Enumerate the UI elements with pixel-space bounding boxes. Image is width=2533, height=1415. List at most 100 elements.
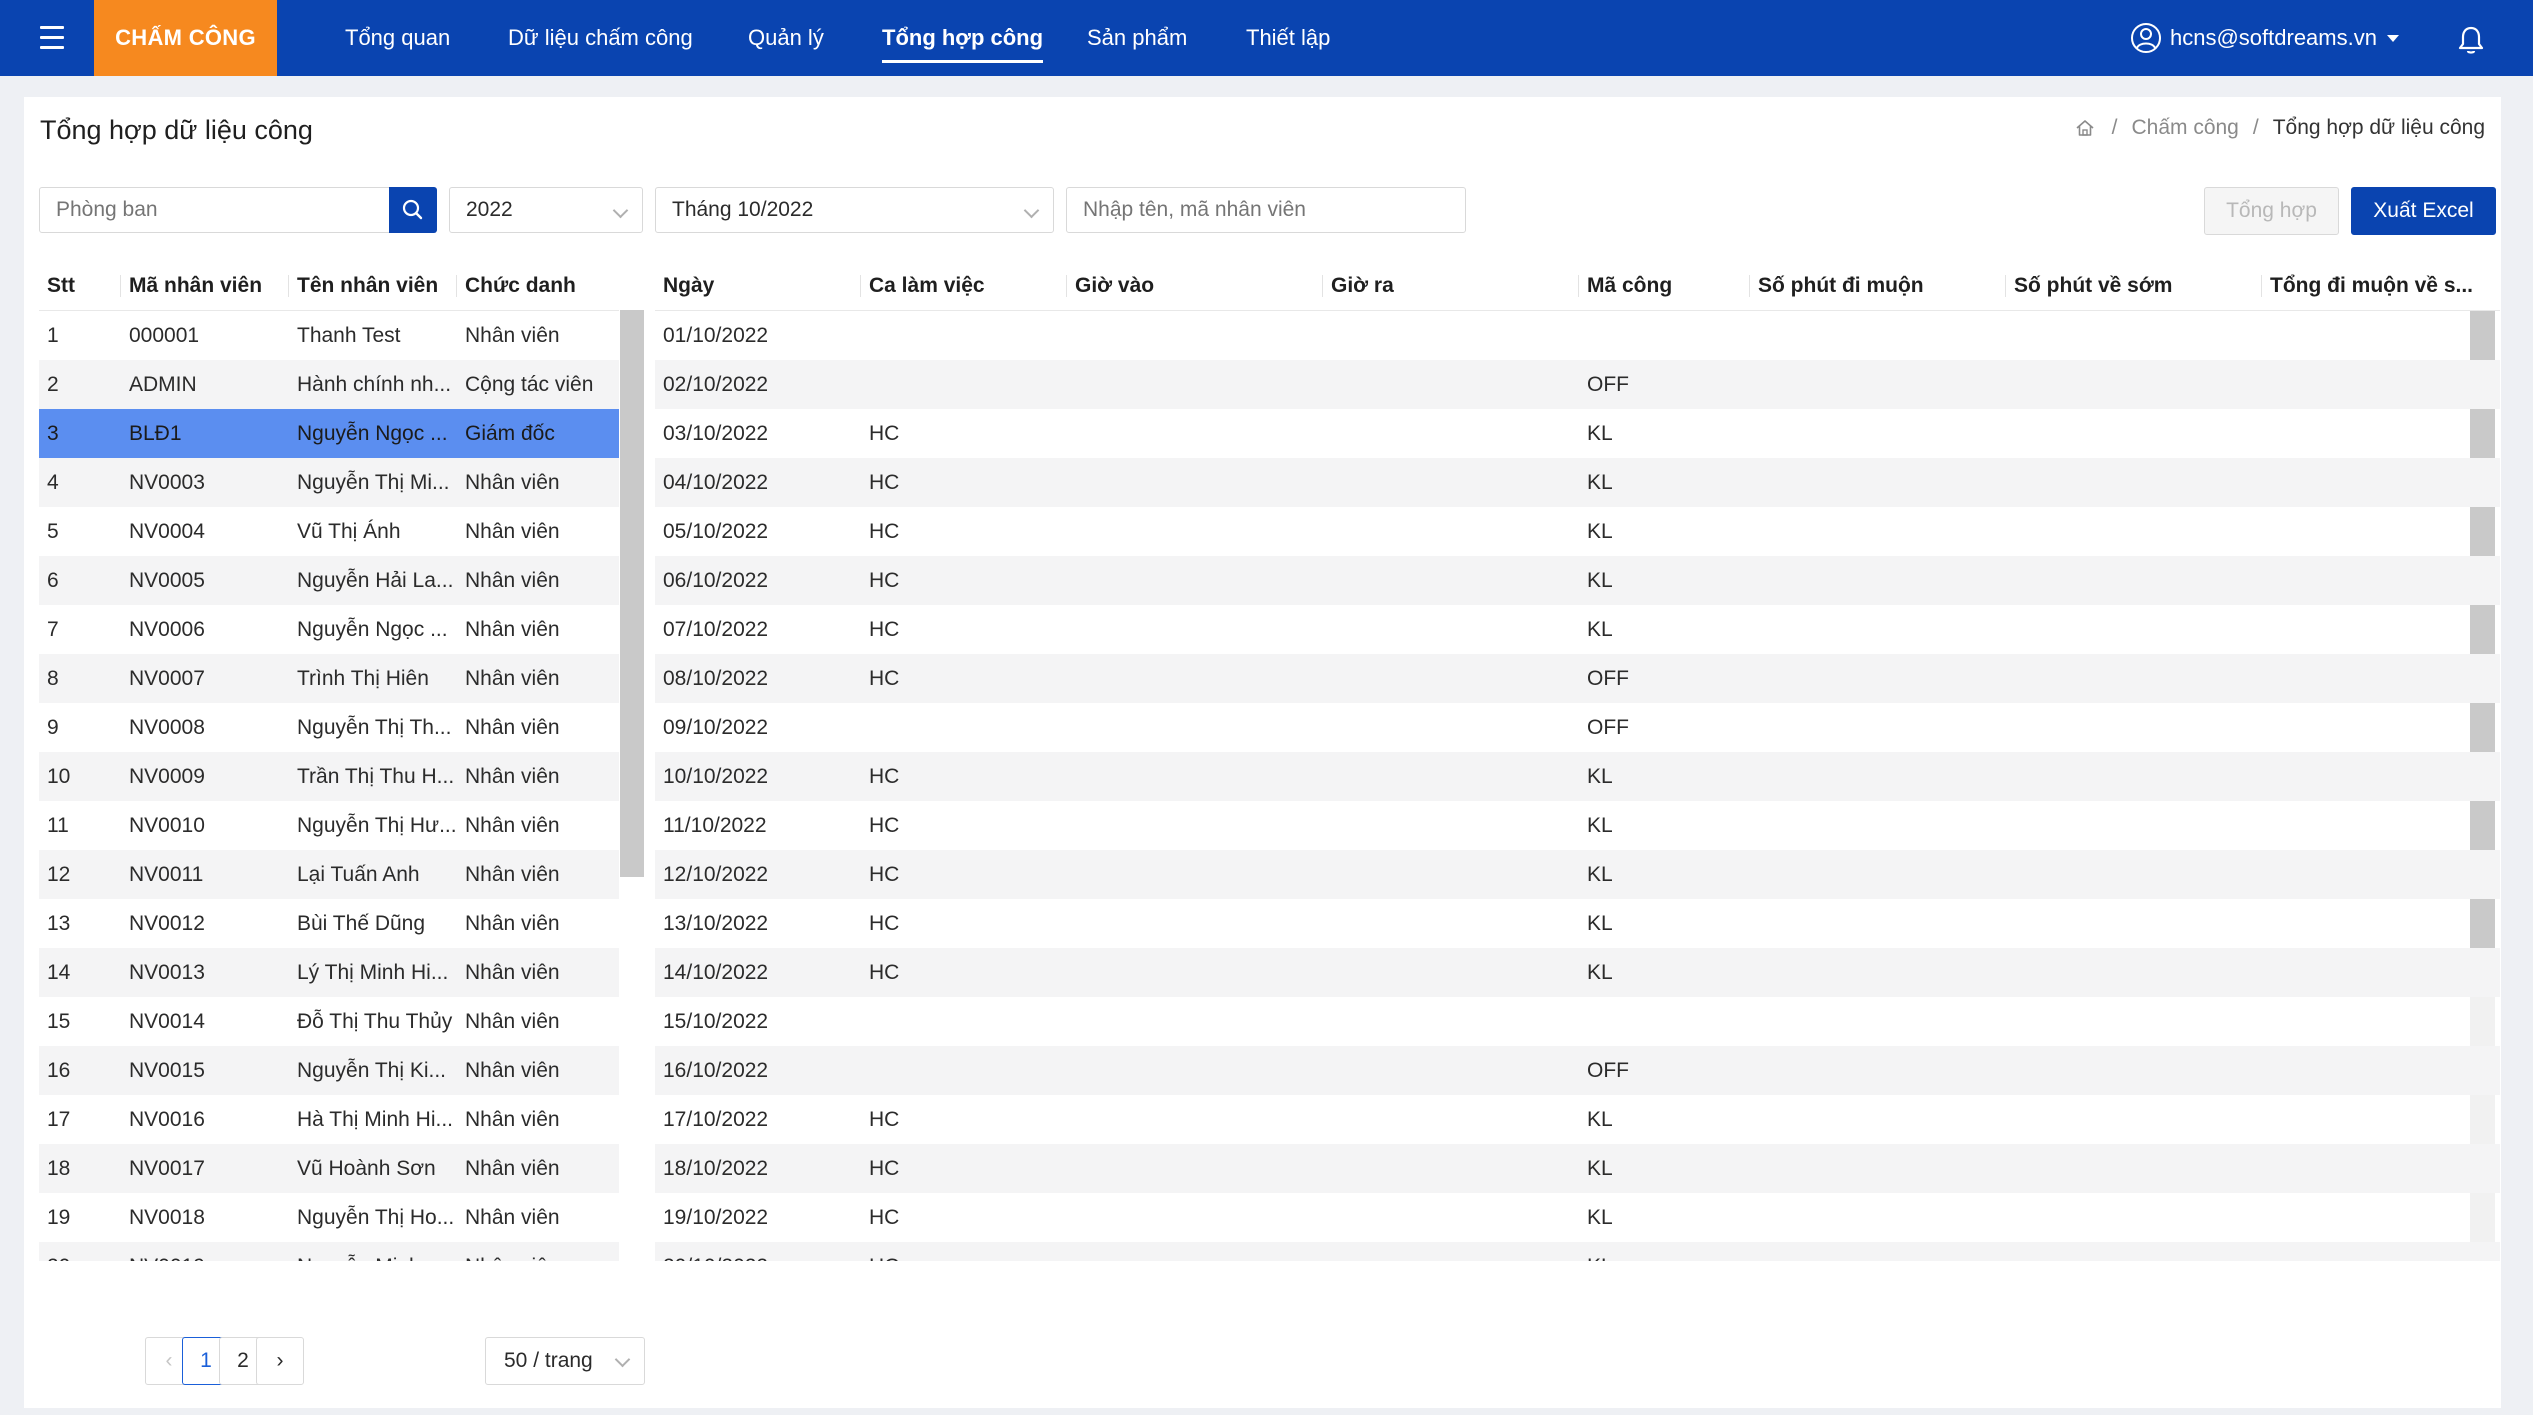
nav-item-settings[interactable]: Thiết lập <box>1246 0 1330 76</box>
cell-total-late-early <box>2262 409 2500 458</box>
timesheet-row[interactable]: 19/10/2022 HC KL <box>655 1193 2500 1242</box>
bell-icon[interactable] <box>2456 24 2486 56</box>
cell-stt: 8 <box>39 654 121 703</box>
user-menu[interactable]: hcns@softdreams.vn <box>2130 18 2399 58</box>
employee-row[interactable]: 4 NV0003 Nguyễn Thị Mi... Nhân viên <box>39 458 619 507</box>
cell-shift: HC <box>861 850 1067 899</box>
employee-row[interactable]: 8 NV0007 Trình Thị Hiên Nhân viên <box>39 654 619 703</box>
employee-row[interactable]: 6 NV0005 Nguyễn Hải La... Nhân viên <box>39 556 619 605</box>
employee-row[interactable]: 19 NV0018 Nguyễn Thị Ho... Nhân viên <box>39 1193 619 1242</box>
summarize-button[interactable]: Tổng hợp <box>2204 187 2339 235</box>
cell-total-late-early <box>2262 899 2500 948</box>
cell-check-in <box>1067 1095 1323 1144</box>
cell-total-late-early <box>2262 1144 2500 1193</box>
chevron-down-icon <box>614 1351 631 1368</box>
cell-check-in <box>1067 1046 1323 1095</box>
employee-row[interactable]: 2 ADMIN Hành chính nh... Cộng tác viên <box>39 360 619 409</box>
cell-total-late-early <box>2262 1046 2500 1095</box>
employee-row[interactable]: 13 NV0012 Bùi Thế Dũng Nhân viên <box>39 899 619 948</box>
cell-date: 03/10/2022 <box>663 421 769 445</box>
employee-row[interactable]: 14 NV0013 Lý Thị Minh Hi... Nhân viên <box>39 948 619 997</box>
timesheet-row[interactable]: 01/10/2022 <box>655 311 2500 361</box>
employee-row[interactable]: 10 NV0009 Trần Thị Thu H... Nhân viên <box>39 752 619 801</box>
column-header-check-out: Giờ ra <box>1323 261 1579 311</box>
hamburger-menu-icon[interactable] <box>34 20 74 56</box>
cell-work-code: KL <box>1587 421 1613 445</box>
employee-row[interactable]: 12 NV0011 Lại Tuấn Anh Nhân viên <box>39 850 619 899</box>
cell-check-out <box>1323 752 1579 801</box>
employee-row[interactable]: 11 NV0010 Nguyễn Thị Hư... Nhân viên <box>39 801 619 850</box>
nav-item-overview[interactable]: Tổng quan <box>345 0 450 76</box>
cell-check-out <box>1323 311 1579 361</box>
timesheet-row[interactable]: 08/10/2022 HC OFF <box>655 654 2500 703</box>
employee-search-input[interactable] <box>1066 187 1466 233</box>
timesheet-row[interactable]: 04/10/2022 HC KL <box>655 458 2500 507</box>
timesheet-row[interactable]: 13/10/2022 HC KL <box>655 899 2500 948</box>
timesheet-row[interactable]: 17/10/2022 HC KL <box>655 1095 2500 1144</box>
app-brand[interactable]: CHẤM CÔNG <box>94 0 277 76</box>
timesheet-row[interactable]: 02/10/2022 OFF <box>655 360 2500 409</box>
timesheet-row[interactable]: 10/10/2022 HC KL <box>655 752 2500 801</box>
nav-item-products[interactable]: Sản phẩm <box>1087 0 1187 76</box>
cell-employee-name: Bùi Thế Dũng <box>297 911 426 935</box>
column-header-employee-code[interactable]: Mã nhân viên <box>121 261 289 311</box>
cell-check-out <box>1323 360 1579 409</box>
export-excel-button[interactable]: Xuất Excel <box>2351 187 2496 235</box>
cell-shift: HC <box>869 421 900 445</box>
timesheet-row[interactable]: 11/10/2022 HC KL <box>655 801 2500 850</box>
cell-work-code: OFF <box>1587 715 1629 739</box>
breadcrumb-item[interactable]: Chấm công <box>2131 97 2238 159</box>
home-icon[interactable] <box>2074 117 2096 139</box>
timesheet-row[interactable]: 16/10/2022 OFF <box>655 1046 2500 1095</box>
employee-row[interactable]: 16 NV0015 Nguyễn Thị Ki... Nhân viên <box>39 1046 619 1095</box>
user-email: hcns@softdreams.vn <box>2170 25 2377 50</box>
cell-employee-name: Vũ Hoành Sơn <box>289 1144 457 1193</box>
cell-early-minutes <box>2006 1193 2262 1242</box>
department-search-button[interactable] <box>389 187 437 233</box>
timesheet-row[interactable]: 06/10/2022 HC KL <box>655 556 2500 605</box>
employee-row[interactable]: 9 NV0008 Nguyễn Thị Th... Nhân viên <box>39 703 619 752</box>
cell-total-late-early <box>2262 556 2500 605</box>
timesheet-row[interactable]: 12/10/2022 HC KL <box>655 850 2500 899</box>
cell-early-minutes <box>2006 556 2262 605</box>
timesheet-row[interactable]: 03/10/2022 HC KL <box>655 409 2500 458</box>
timesheet-row[interactable]: 09/10/2022 OFF <box>655 703 2500 752</box>
column-header-position[interactable]: Chức danh <box>457 261 619 311</box>
employee-row[interactable]: 5 NV0004 Vũ Thị Ánh Nhân viên <box>39 507 619 556</box>
timesheet-row[interactable]: 15/10/2022 <box>655 997 2500 1046</box>
cell-check-out <box>1323 1193 1579 1242</box>
cell-shift <box>861 997 1067 1046</box>
timesheet-row[interactable]: 18/10/2022 HC KL <box>655 1144 2500 1193</box>
month-select-value: Tháng 10/2022 <box>672 198 814 221</box>
employee-row[interactable]: 20NV0019Nguyễn Minh ...Nhân viên <box>39 1242 619 1261</box>
cell-date: 16/10/2022 <box>655 1046 861 1095</box>
cell-employee-code: NV0008 <box>129 715 205 739</box>
department-input[interactable] <box>39 187 391 233</box>
timesheet-row[interactable]: 05/10/2022 HC KL <box>655 507 2500 556</box>
column-header-employee-name[interactable]: Tên nhân viên <box>289 261 457 311</box>
cell-check-out <box>1323 507 1579 556</box>
employee-row[interactable]: 3 BLĐ1 Nguyễn Ngọc ... Giám đốc <box>39 409 619 458</box>
timesheet-row[interactable]: 14/10/2022 HC KL <box>655 948 2500 997</box>
page-size-select[interactable]: 50 / trang <box>485 1337 645 1385</box>
employee-row[interactable]: 1 000001 Thanh Test Nhân viên <box>39 311 619 361</box>
year-select[interactable]: 2022 <box>449 187 643 233</box>
month-select[interactable]: Tháng 10/2022 <box>655 187 1054 233</box>
cell-position: Nhân viên <box>457 948 619 997</box>
nav-item-management[interactable]: Quản lý <box>748 0 824 76</box>
nav-item-timesheet-summary[interactable]: Tổng hợp công <box>882 0 1044 76</box>
cell-total-late-early <box>2262 1095 2500 1144</box>
cell-late-minutes <box>1750 311 2006 361</box>
employee-row[interactable]: 17 NV0016 Hà Thị Minh Hi... Nhân viên <box>39 1095 619 1144</box>
employee-row[interactable]: 15 NV0014 Đỗ Thị Thu Thủy Nhân viên <box>39 997 619 1046</box>
cell-check-out <box>1323 654 1579 703</box>
cell-early-minutes <box>2006 752 2262 801</box>
cell-late-minutes <box>1750 458 2006 507</box>
column-header-shift: Ca làm việc <box>861 261 1067 311</box>
nav-item-attendance-data[interactable]: Dữ liệu chấm công <box>508 0 693 76</box>
timesheet-row[interactable]: 07/10/2022 HC KL <box>655 605 2500 654</box>
pagination-next-button[interactable]: › <box>256 1337 304 1385</box>
timesheet-row[interactable]: 20/10/2022HC KL <box>655 1242 2500 1261</box>
employee-row[interactable]: 7 NV0006 Nguyễn Ngọc ... Nhân viên <box>39 605 619 654</box>
employee-row[interactable]: 18 NV0017 Vũ Hoành Sơn Nhân viên <box>39 1144 619 1193</box>
